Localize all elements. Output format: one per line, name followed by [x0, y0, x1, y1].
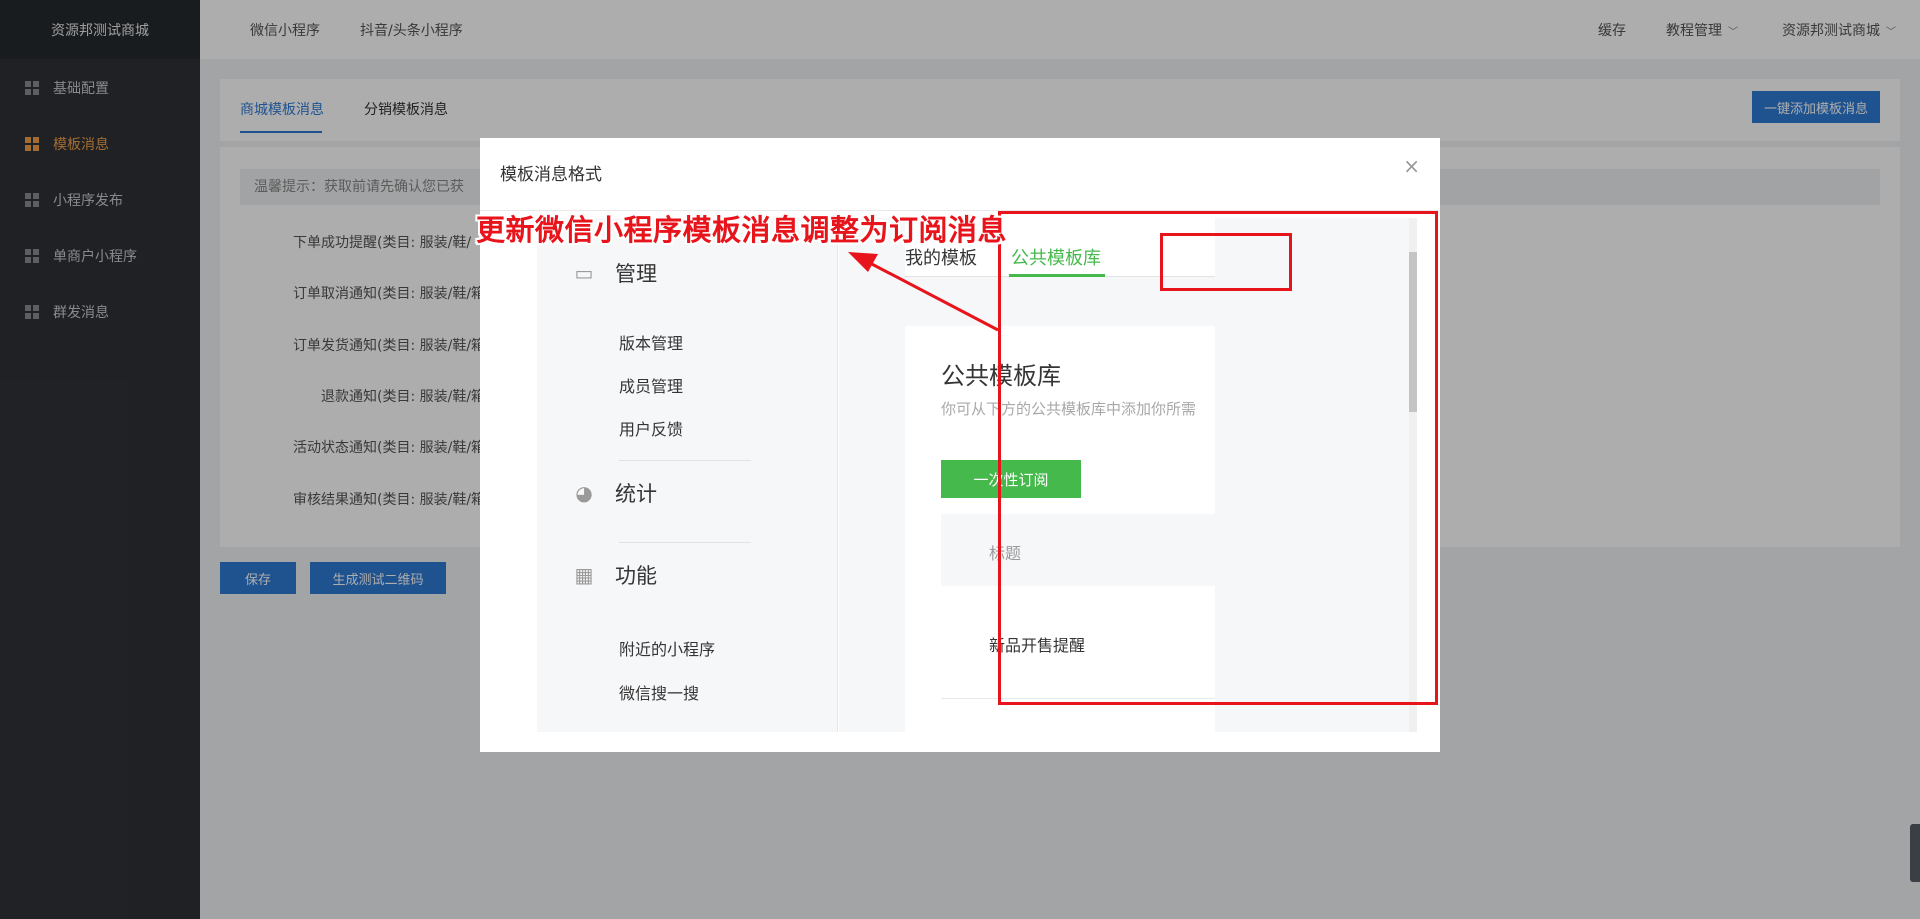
menu-item-feedback: 用户反馈	[619, 420, 684, 439]
menu-section-label: 管理	[615, 262, 657, 286]
annotation-text: 更新微信小程序模板消息调整为订阅消息	[476, 213, 1008, 247]
menu-section-stats: ◕ 统计	[573, 478, 657, 508]
wechat-side-menu: ▭ 管理 版本管理 成员管理 用户反馈 ◕ 统计 ▦ 功能 附近的小程序 微信搜…	[537, 218, 838, 732]
inbox-icon: ▭	[574, 261, 594, 285]
menu-section-features: ▦ 功能	[573, 560, 657, 590]
pie-chart-icon: ◕	[575, 481, 593, 505]
menu-item-search: 微信搜一搜	[619, 684, 700, 703]
menu-divider	[619, 460, 751, 461]
menu-section-manage: ▭ 管理	[573, 258, 657, 288]
modal-title: 模板消息格式	[500, 165, 602, 185]
menu-item-members: 成员管理	[619, 377, 684, 396]
side-dock-handle[interactable]	[1910, 824, 1920, 882]
grid-icon: ▦	[574, 563, 594, 587]
menu-section-label: 统计	[615, 482, 657, 506]
menu-item-version: 版本管理	[619, 334, 684, 353]
menu-item-nearby: 附近的小程序	[619, 640, 716, 659]
menu-section-label: 功能	[615, 564, 657, 588]
close-icon[interactable]: ×	[1403, 154, 1420, 178]
annotation-tab-highlight	[1160, 233, 1292, 291]
menu-divider	[619, 542, 751, 543]
